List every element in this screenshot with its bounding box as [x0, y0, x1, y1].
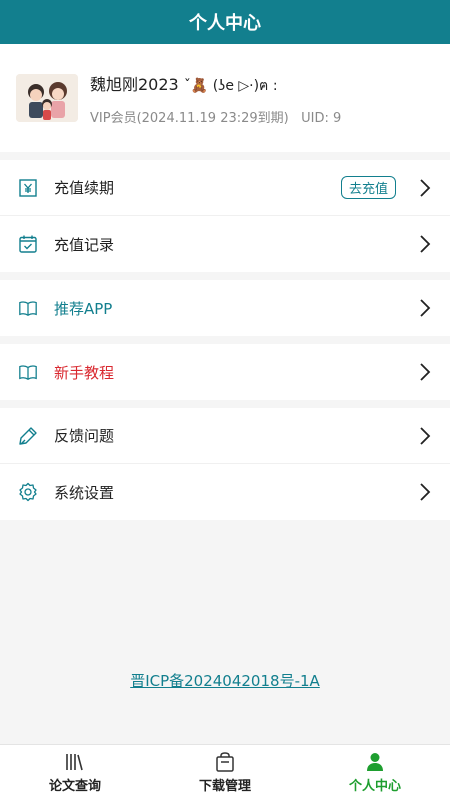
pen-icon [18, 426, 38, 446]
profile-meta: VIP会员(2024.11.19 23:29到期) UID: 9 [90, 107, 341, 126]
menu-group-tutorial: 新手教程 [0, 344, 450, 400]
tab-personal-center[interactable]: 个人中心 [300, 745, 450, 800]
chevron-right-icon [420, 483, 431, 501]
menu-item-settings[interactable]: 系统设置 [0, 464, 450, 520]
book-icon [18, 298, 38, 318]
menu-group-recommend: 推荐APP [0, 280, 450, 336]
user-id: UID: 9 [301, 110, 342, 126]
gear-icon [18, 482, 38, 502]
avatar[interactable] [16, 74, 78, 122]
tab-label: 论文查询 [48, 779, 101, 794]
menu-group-recharge: 充值续期 去充值 充值记录 [0, 160, 450, 272]
menu-item-recharge-renew[interactable]: 充值续期 去充值 [0, 160, 450, 216]
chevron-right-icon [420, 363, 431, 381]
bag-icon [216, 752, 234, 772]
person-icon [367, 753, 383, 771]
chevron-right-icon [420, 178, 431, 197]
calendar-check-icon [18, 234, 38, 254]
menu-item-recharge-record[interactable]: 充值记录 [0, 216, 450, 272]
tab-label: 下载管理 [198, 779, 251, 794]
tab-paper-query[interactable]: 论文查询 [0, 745, 150, 800]
books-icon [66, 754, 83, 771]
go-recharge-button[interactable]: 去充值 [340, 176, 396, 199]
tab-download-manage[interactable]: 下载管理 [150, 745, 300, 800]
menu-item-feedback[interactable]: 反馈问题 [0, 408, 450, 464]
icp-link[interactable]: 晋ICP备2024042018号-1A [130, 672, 320, 690]
icp-footer: 晋ICP备2024042018号-1A [0, 670, 450, 691]
chevron-right-icon [420, 235, 431, 253]
app-header: 个人中心 [0, 0, 450, 44]
menu-label: 新手教程 [54, 363, 115, 382]
profile-name-text: 魏旭刚2023 [90, 74, 179, 94]
membership-status: VIP会员(2024.11.19 23:29到期) [90, 110, 289, 126]
menu-item-recommend-app[interactable]: 推荐APP [0, 280, 450, 336]
menu-label: 推荐APP [54, 299, 113, 318]
yuan-icon [18, 178, 38, 198]
menu-label: 系统设置 [54, 483, 115, 502]
profile-card[interactable]: 魏旭刚2023 ˇ🧸 (ʖe ▷·)ฅ : VIP会员(2024.11.19 2… [0, 44, 450, 152]
menu-group-system: 反馈问题 系统设置 [0, 408, 450, 520]
menu-label: 充值续期 [54, 179, 115, 197]
tab-label: 个人中心 [348, 779, 401, 794]
chevron-right-icon [420, 299, 431, 317]
bottom-tab-bar: 论文查询 下载管理 个人中心 [0, 744, 450, 800]
chevron-right-icon [420, 426, 431, 445]
menu-label: 充值记录 [54, 235, 115, 254]
page-title: 个人中心 [189, 13, 261, 34]
profile-name: 魏旭刚2023 ˇ🧸 (ʖe ▷·)ฅ : [90, 71, 341, 97]
menu-label: 反馈问题 [54, 427, 115, 445]
profile-name-decoration: ˇ🧸 (ʖe ▷·)ฅ : [183, 77, 278, 94]
menu-item-tutorial[interactable]: 新手教程 [0, 344, 450, 400]
book-icon [18, 362, 38, 382]
